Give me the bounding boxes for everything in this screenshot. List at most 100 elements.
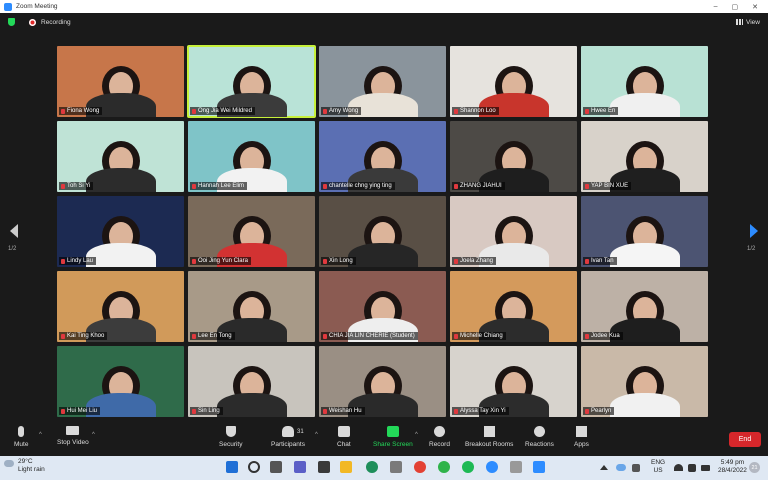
participant-video-tile[interactable]: CHIA JIA LIN CHERIE (Student) xyxy=(319,271,446,342)
close-icon[interactable]: ✕ xyxy=(752,3,758,11)
audio-options-chevron-icon[interactable]: ^ xyxy=(39,432,42,438)
participant-name-tag: Sin Ling xyxy=(190,407,223,415)
record-label: Record xyxy=(429,441,450,448)
edge-browser-icon[interactable] xyxy=(366,461,378,473)
volume-icon[interactable] xyxy=(688,464,696,472)
security-shield-icon[interactable] xyxy=(8,18,15,26)
next-page-arrow-icon[interactable] xyxy=(750,224,758,238)
teams-chat-icon[interactable] xyxy=(294,461,306,473)
spotify-icon[interactable] xyxy=(462,461,474,473)
battery-icon[interactable] xyxy=(701,465,710,471)
app-icon[interactable] xyxy=(390,461,402,473)
muted-microphone-icon xyxy=(192,333,196,339)
participant-name: Joela Zhang xyxy=(460,258,494,264)
share-options-chevron-icon[interactable]: ^ xyxy=(415,432,418,438)
task-view-icon[interactable] xyxy=(270,461,282,473)
participant-name: Sin Ling xyxy=(198,408,220,414)
apps-button[interactable]: Apps xyxy=(574,426,589,448)
microphone-icon xyxy=(18,426,25,437)
muted-microphone-icon xyxy=(192,258,196,264)
participant-video-tile[interactable]: Lee En Tong xyxy=(188,271,315,342)
participant-video-tile[interactable]: Weishan Hu xyxy=(319,346,446,417)
participant-video-tile[interactable]: Kai Ting Khoo xyxy=(57,271,184,342)
security-button[interactable]: Security xyxy=(219,426,242,448)
participant-video-tile[interactable]: Sin Ling xyxy=(188,346,315,417)
clock-date: 28/4/2022 xyxy=(718,467,747,474)
participant-video-tile[interactable]: Amy Wong xyxy=(319,46,446,117)
clock[interactable]: 5:49 pm 28/4/2022 xyxy=(718,459,747,475)
mute-button[interactable]: Mute xyxy=(14,426,28,448)
participant-video-tile[interactable]: YAP BIN XUE xyxy=(581,121,708,192)
breakout-rooms-icon xyxy=(483,426,495,437)
widgets-icon[interactable] xyxy=(318,461,330,473)
maximize-icon[interactable]: ▢ xyxy=(732,3,739,11)
participant-video-tile[interactable]: Hui Mei Liu xyxy=(57,346,184,417)
participant-video-tile[interactable]: Ong Jia Wei Mildred xyxy=(187,45,316,118)
show-hidden-icons-chevron-icon[interactable] xyxy=(600,465,608,470)
participant-video-tile[interactable]: Xin Long xyxy=(319,196,446,267)
file-explorer-icon[interactable] xyxy=(340,461,352,473)
participant-shoulders xyxy=(609,93,680,117)
weather-widget[interactable]: 29°C Light rain xyxy=(4,458,45,474)
participant-video-tile[interactable]: Michelle Chiang xyxy=(450,271,577,342)
share-screen-button[interactable]: Share Screen xyxy=(373,426,413,448)
participant-shoulders xyxy=(347,243,418,267)
participant-name: Hui Mei Liu xyxy=(67,408,98,414)
participant-video-tile[interactable]: Lindy Lau xyxy=(57,196,184,267)
stop-video-label: Stop Video xyxy=(57,439,89,446)
record-button[interactable]: Record xyxy=(429,426,450,448)
previous-page-arrow-icon[interactable] xyxy=(10,224,18,238)
participants-options-chevron-icon[interactable]: ^ xyxy=(315,432,318,438)
participants-label: Participants xyxy=(271,441,305,448)
participant-video-tile[interactable]: Shannon Loo xyxy=(450,46,577,117)
clock-time: 5:49 pm xyxy=(720,459,745,466)
messenger-icon[interactable] xyxy=(486,461,498,473)
participant-name: Shannon Loo xyxy=(460,108,496,114)
minimize-icon[interactable]: – xyxy=(714,3,718,11)
notification-badge[interactable]: 21 xyxy=(749,462,760,473)
participant-video-tile[interactable]: Fiona Wong xyxy=(57,46,184,117)
page-indicator-right: 1/2 xyxy=(747,246,756,252)
participant-video-tile[interactable]: Ivan Tan xyxy=(581,196,708,267)
participant-name: Xin Long xyxy=(329,258,353,264)
participant-shoulders xyxy=(609,243,680,267)
muted-microphone-icon xyxy=(323,183,327,189)
chrome-browser-icon[interactable] xyxy=(414,461,426,473)
participant-video-tile[interactable]: Ooi Jing Yun Clara xyxy=(188,196,315,267)
search-icon[interactable] xyxy=(248,461,260,473)
participant-video-tile[interactable]: chantelle chng ying ting xyxy=(319,121,446,192)
participant-video-tile[interactable]: Joela Zhang xyxy=(450,196,577,267)
participant-video-tile[interactable]: Pearlyn xyxy=(581,346,708,417)
snipping-tool-icon[interactable] xyxy=(510,461,522,473)
smiley-plus-icon xyxy=(533,426,545,437)
participant-video-tile[interactable]: Hannah Lee Elim xyxy=(188,121,315,192)
participant-video-tile[interactable]: Jodee Kua xyxy=(581,271,708,342)
onedrive-icon[interactable] xyxy=(616,464,626,471)
windows-start-icon[interactable] xyxy=(226,461,238,473)
muted-microphone-icon xyxy=(192,183,196,189)
zoom-taskbar-icon[interactable] xyxy=(533,461,545,473)
reactions-button[interactable]: Reactions xyxy=(525,426,554,448)
participant-video-tile[interactable]: Alyssa Tay Xin Yi xyxy=(450,346,577,417)
input-language-indicator[interactable]: ENG US xyxy=(651,459,665,475)
muted-microphone-icon xyxy=(585,108,589,114)
view-button[interactable]: View xyxy=(736,19,760,26)
system-app-icon[interactable] xyxy=(632,464,640,472)
participant-video-tile[interactable]: ZHANG JIAHUI xyxy=(450,121,577,192)
participant-name: Lindy Lau xyxy=(67,258,94,264)
video-options-chevron-icon[interactable]: ^ xyxy=(92,432,95,438)
wifi-icon[interactable] xyxy=(674,464,683,471)
participant-name-tag: Toh Si Yi xyxy=(59,182,94,190)
chat-button[interactable]: Chat xyxy=(337,426,351,448)
participant-name: Lee En Tong xyxy=(198,333,232,339)
whatsapp-icon[interactable] xyxy=(438,461,450,473)
participant-video-tile[interactable]: Hwee En xyxy=(581,46,708,117)
recording-indicator[interactable]: Recording xyxy=(29,18,71,26)
participant-name-tag: Jodee Kua xyxy=(583,332,623,340)
participant-video-tile[interactable]: Toh Si Yi xyxy=(57,121,184,192)
participant-name-tag: Pearlyn xyxy=(583,407,615,415)
participant-name: Ong Jia Wei Mildred xyxy=(198,108,252,114)
stop-video-button[interactable]: Stop Video xyxy=(57,426,89,446)
end-meeting-button[interactable]: End xyxy=(729,432,761,447)
breakout-rooms-button[interactable]: Breakout Rooms xyxy=(465,426,513,448)
